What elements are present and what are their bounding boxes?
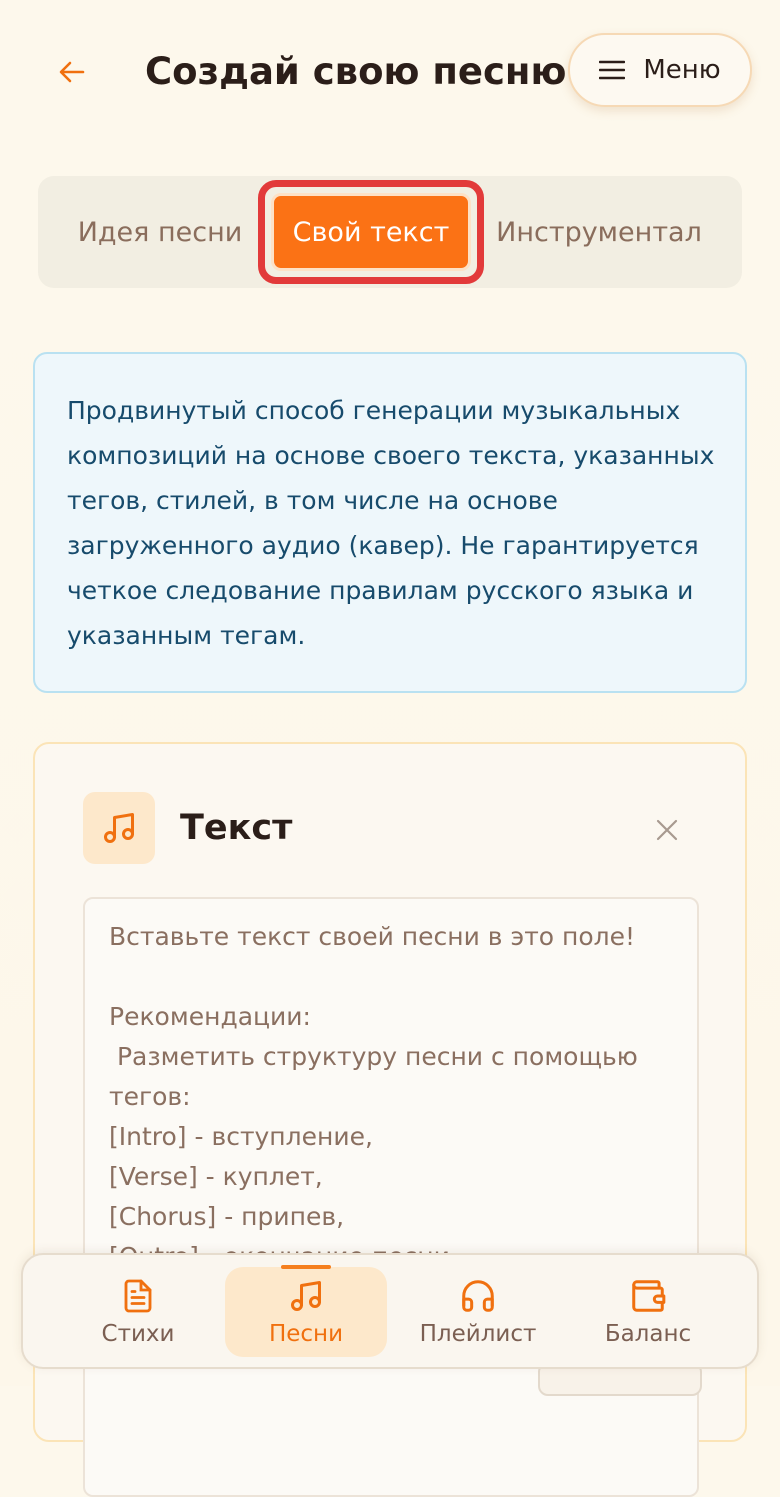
nav-item-poems[interactable]: Стихи [83,1267,193,1357]
info-box: Продвинутый способ генерации музыкальных… [33,352,747,693]
nav-label-poems: Стихи [101,1321,175,1347]
info-text: Продвинутый способ генерации музыкальных… [67,396,715,650]
menu-label: Меню [643,55,721,85]
active-indicator [281,1265,331,1269]
bottom-nav: Стихи Песни Плейлист Баланс [21,1253,759,1369]
lyrics-textarea[interactable]: Вставьте текст своей песни в это поле! Р… [83,897,699,1497]
tab-instrumental[interactable]: Инструментал [496,176,702,288]
mode-tabs: Идея песни Свой текст Инструментал [38,176,742,288]
nav-item-playlist[interactable]: Плейлист [413,1267,543,1357]
music-note-icon [104,813,134,843]
document-icon [124,1279,152,1313]
tab-song-idea[interactable]: Идея песни [70,176,250,288]
arrow-left-icon [59,61,85,83]
nav-label-balance: Баланс [604,1321,692,1347]
nav-item-songs[interactable]: Песни [225,1265,387,1357]
tab-own-lyrics[interactable]: Свой текст [271,193,471,271]
close-icon [656,819,678,841]
headphones-icon [462,1280,494,1312]
close-button[interactable] [647,810,687,850]
hamburger-icon [599,60,626,80]
page-title: Создай свою песню [145,50,567,93]
header: Создай свою песню Меню [0,0,780,150]
music-note-icon [291,1281,321,1311]
nav-label-playlist: Плейлист [419,1321,537,1347]
card-title: Текст [180,808,293,848]
nav-item-balance[interactable]: Баланс [588,1267,708,1357]
nav-label-songs: Песни [268,1321,344,1347]
card-icon-wrap [83,792,155,864]
back-button[interactable] [48,48,96,96]
wallet-icon [632,1280,666,1312]
tab-highlight: Свой текст [258,180,484,284]
menu-button[interactable]: Меню [568,33,752,107]
